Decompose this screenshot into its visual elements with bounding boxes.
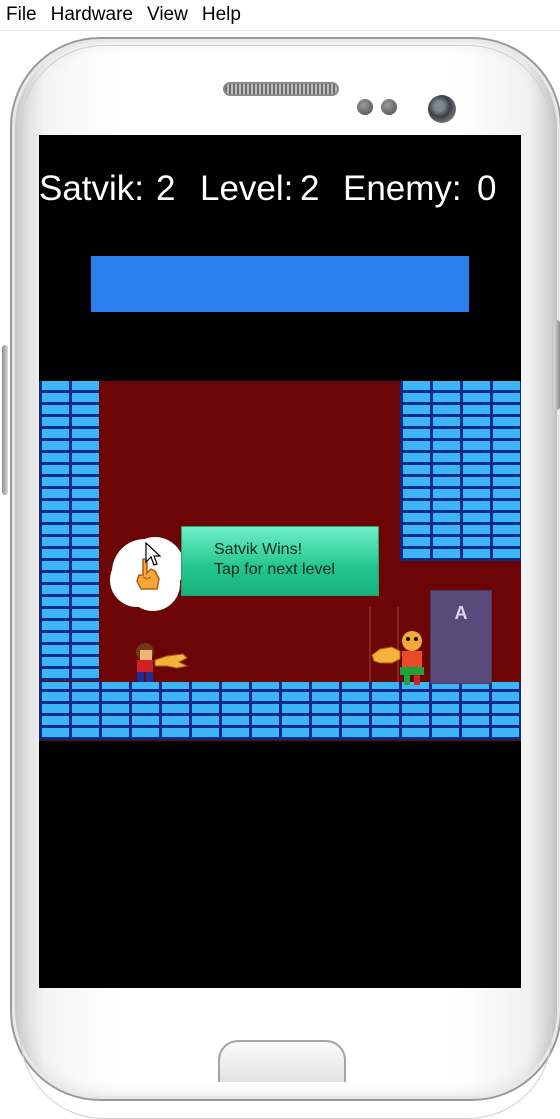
progress-bar [91,256,469,312]
win-message-box[interactable]: Satvik Wins! Tap for next level [181,526,379,596]
mouse-cursor-icon [145,542,161,566]
menu-hardware[interactable]: Hardware [44,0,140,30]
enemy-score-value: 0 [477,169,497,208]
door: A [430,590,492,684]
score-hud: Satvik: 2 Level: 2 Enemy: 0 [39,169,521,209]
game-screen[interactable]: Satvik: 2 Level: 2 Enemy: 0 A Satvik Win… [39,135,521,988]
home-button[interactable] [218,1040,346,1082]
menu-bar: File Hardware View Help [0,0,560,31]
menu-file[interactable]: File [0,0,44,30]
win-message-subtitle: Tap for next level [214,561,335,578]
proximity-sensor-icon [357,99,373,115]
power-button[interactable] [554,320,560,410]
player-score-value: 2 [156,169,176,208]
enemy-score-label: Enemy: [343,169,462,208]
menu-help[interactable]: Help [195,0,248,30]
menu-view[interactable]: View [140,0,195,30]
brick-wall-left [39,381,99,681]
brick-floor [39,682,521,740]
door-letter: A [454,603,468,623]
player-score-label: Satvik: [39,169,145,208]
front-camera-icon [428,95,456,123]
level-label: Level: [200,169,294,208]
win-message-title: Satvik Wins! [214,541,303,558]
game-field[interactable]: A Satvik Wins! Tap for next level [39,381,521,741]
brick-wall-right [400,381,521,561]
level-value: 2 [300,169,320,208]
earpiece-speaker [223,82,339,96]
enemy-sprite-icon [371,631,424,685]
player-sprite-icon [136,643,189,682]
volume-button[interactable] [2,345,8,495]
light-sensor-icon [381,99,397,115]
